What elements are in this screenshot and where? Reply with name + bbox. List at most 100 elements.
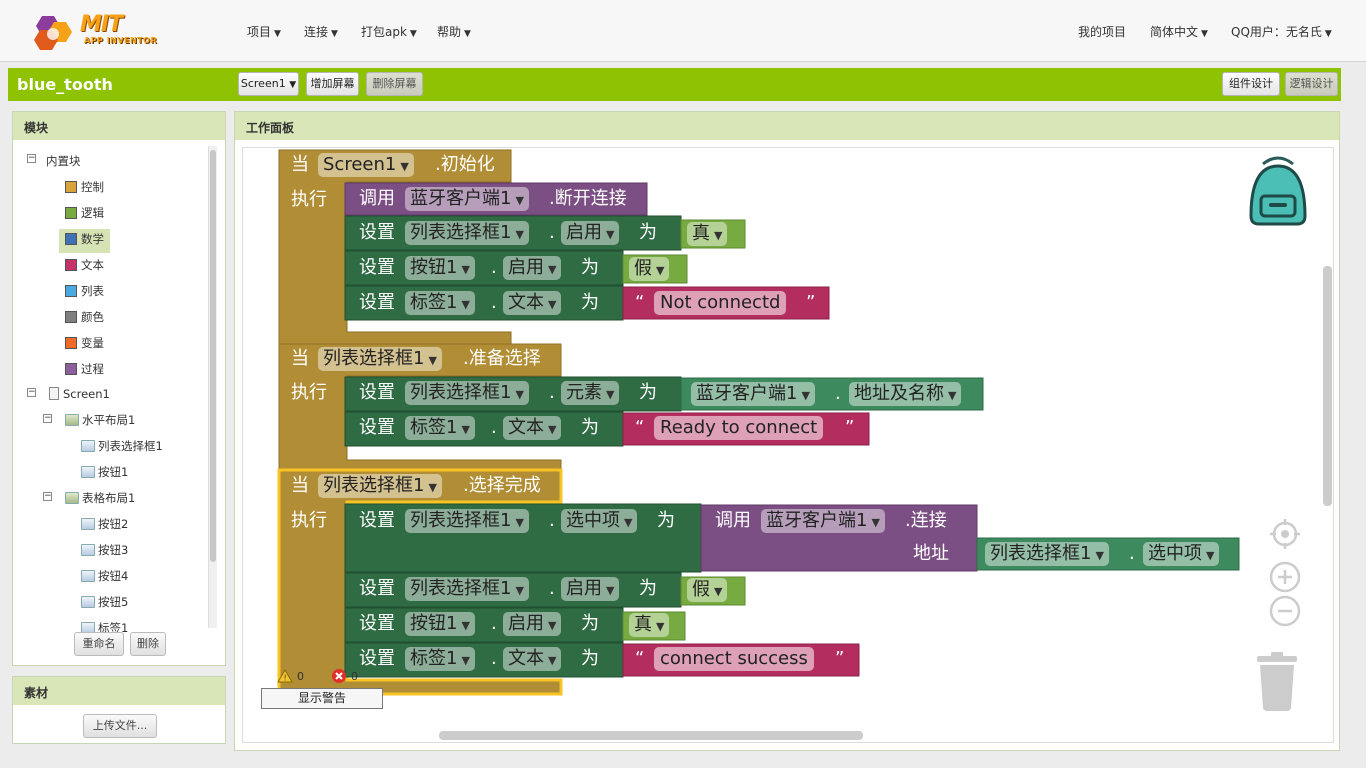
collapse-hlayout-icon[interactable]: − [43, 414, 52, 423]
dropdown-component[interactable]: 列表选择框1 ▼ [405, 221, 529, 245]
collapse-table-icon[interactable]: − [43, 492, 52, 501]
dot: . [549, 382, 555, 403]
app-inventor-logo[interactable]: MIT APP INVENTOR [32, 10, 162, 52]
dropdown-component[interactable]: 标签1 ▼ [405, 416, 475, 440]
language-select[interactable]: 简体中文 ▼ [1150, 23, 1208, 40]
tree-builtin[interactable]: 内置块 [46, 153, 81, 173]
dropdown-property[interactable]: 启用 ▼ [561, 577, 620, 601]
dropdown-property[interactable]: 启用 ▼ [561, 221, 620, 245]
chevron-down-icon: ▼ [548, 298, 557, 311]
builtin-item[interactable]: 控制 [65, 179, 104, 199]
builtin-item[interactable]: 列表 [65, 283, 104, 303]
remove-screen-button[interactable]: 删除屏幕 [366, 72, 423, 96]
my-projects-link[interactable]: 我的项目 [1078, 23, 1126, 40]
error-icon [332, 669, 346, 683]
dropdown-component[interactable]: 标签1 ▼ [405, 291, 475, 315]
tree-scrollbar-thumb[interactable] [210, 150, 216, 562]
blocks-workspace[interactable]: 当 Screen1 ▼ .初始化 执行 调用 蓝牙客户端1 ▼ .断开连接 设置 列… [242, 147, 1334, 743]
component-item[interactable]: 按钮1 [81, 464, 128, 484]
dropdown-component[interactable]: 按钮1 ▼ [405, 612, 475, 636]
dropdown-screen1[interactable]: Screen1 ▼ [318, 153, 414, 177]
event-name-before-picking: .准备选择 [463, 348, 541, 369]
component-label: 按钮1 [98, 465, 129, 479]
component-item[interactable]: 表格布局1 [65, 490, 135, 510]
menu-help[interactable]: 帮助 ▼ [437, 23, 471, 40]
chevron-down-icon: ▼ [461, 423, 470, 436]
component-item[interactable]: 按钮5 [81, 594, 128, 614]
builtin-item[interactable]: 逻辑 [65, 205, 104, 225]
category-swatch-icon [65, 233, 77, 245]
show-warnings-button[interactable]: 显示警告 [261, 688, 383, 709]
dropdown-component[interactable]: 列表选择框1 ▼ [405, 577, 529, 601]
dropdown-component[interactable]: 列表选择框1 ▼ [405, 381, 529, 405]
menu-build[interactable]: 打包apk ▼ [361, 23, 417, 40]
dropdown-property[interactable]: 元素 ▼ [561, 381, 620, 405]
component-icon [81, 570, 95, 582]
user-menu[interactable]: QQ用户：无名氏 ▼ [1231, 23, 1332, 40]
builtin-item[interactable]: 数学 [59, 229, 110, 253]
chevron-down-icon: ▼ [606, 584, 615, 597]
dropdown-listpicker[interactable]: 列表选择框1 ▼ [985, 542, 1109, 566]
chevron-down-icon: ▼ [606, 228, 615, 241]
menu-project[interactable]: 项目 ▼ [247, 23, 281, 40]
backpack-icon[interactable] [1243, 156, 1313, 230]
upload-file-button[interactable]: 上传文件... [83, 714, 157, 738]
tree-screen1[interactable]: Screen1 [49, 387, 110, 407]
dropdown-component[interactable]: 按钮1 ▼ [405, 256, 475, 280]
dropdown-component[interactable]: 标签1 ▼ [405, 647, 475, 671]
chevron-down-icon: ▼ [515, 194, 524, 207]
kw-to: 为 [639, 382, 657, 403]
dropdown-bool[interactable]: 真 ▼ [687, 222, 728, 246]
dropdown-bool[interactable]: 假 ▼ [687, 578, 728, 602]
dropdown-property[interactable]: 地址及名称 ▼ [849, 382, 962, 406]
component-label: 按钮2 [98, 517, 129, 531]
dropdown-bt-client[interactable]: 蓝牙客户端1 ▼ [691, 382, 815, 406]
center-workspace-icon[interactable] [1269, 518, 1301, 550]
dropdown-bt-client[interactable]: 蓝牙客户端1 ▼ [405, 187, 529, 211]
dropdown-property[interactable]: 启用 ▼ [503, 256, 562, 280]
builtin-item[interactable]: 颜色 [65, 309, 104, 329]
dropdown-property[interactable]: 选中项 ▼ [561, 509, 638, 533]
chevron-down-icon: ▼ [548, 423, 557, 436]
add-screen-button[interactable]: 增加屏幕 [306, 72, 359, 96]
dropdown-bt-client[interactable]: 蓝牙客户端1 ▼ [761, 509, 885, 533]
collapse-screen-icon[interactable]: − [27, 388, 36, 397]
dropdown-component[interactable]: 列表选择框1 ▼ [405, 509, 529, 533]
dd-label: 标签1 [410, 417, 458, 438]
dropdown-listpicker[interactable]: 列表选择框1 ▼ [318, 347, 442, 371]
menu-connect[interactable]: 连接 ▼ [304, 23, 338, 40]
dropdown-listpicker[interactable]: 列表选择框1 ▼ [318, 474, 442, 498]
collapse-builtin-icon[interactable]: − [27, 154, 36, 163]
text-value[interactable]: Ready to connect [654, 416, 824, 440]
component-item[interactable]: 列表选择框1 [81, 438, 163, 458]
zoom-in-icon[interactable] [1269, 561, 1301, 593]
text-value[interactable]: connect success [654, 647, 814, 671]
dropdown-bool[interactable]: 真 ▼ [629, 613, 670, 637]
chevron-down-icon: ▼ [606, 388, 615, 401]
component-item[interactable]: 按钮4 [81, 568, 128, 588]
blocks-editor-button[interactable]: 逻辑设计 [1285, 72, 1338, 96]
delete-button[interactable]: 删除 [130, 632, 166, 656]
dropdown-property[interactable]: 文本 ▼ [503, 291, 562, 315]
dropdown-property[interactable]: 选中项 ▼ [1143, 542, 1220, 566]
dropdown-property[interactable]: 文本 ▼ [503, 416, 562, 440]
tree-scrollbar[interactable] [208, 146, 217, 628]
dropdown-property[interactable]: 文本 ▼ [503, 647, 562, 671]
text-value[interactable]: Not connectd [654, 291, 787, 315]
builtin-item[interactable]: 过程 [65, 361, 104, 381]
designer-button[interactable]: 组件设计 [1222, 72, 1280, 96]
zoom-out-icon[interactable] [1269, 595, 1301, 627]
dropdown-property[interactable]: 启用 ▼ [503, 612, 562, 636]
builtin-item[interactable]: 变量 [65, 335, 104, 355]
rename-button[interactable]: 重命名 [74, 632, 124, 656]
builtin-item[interactable]: 文本 [65, 257, 104, 277]
trash-icon[interactable] [1255, 652, 1299, 712]
component-item[interactable]: 按钮2 [81, 516, 128, 536]
kw-set: 设置 [359, 382, 395, 403]
screen-select[interactable]: Screen1 ▼ [238, 72, 299, 96]
component-item[interactable]: 水平布局1 [65, 412, 135, 432]
kw-to: 为 [581, 417, 599, 438]
dropdown-bool[interactable]: 假 ▼ [629, 257, 670, 281]
component-item[interactable]: 按钮3 [81, 542, 128, 562]
chevron-down-icon: ▼ [428, 354, 437, 367]
